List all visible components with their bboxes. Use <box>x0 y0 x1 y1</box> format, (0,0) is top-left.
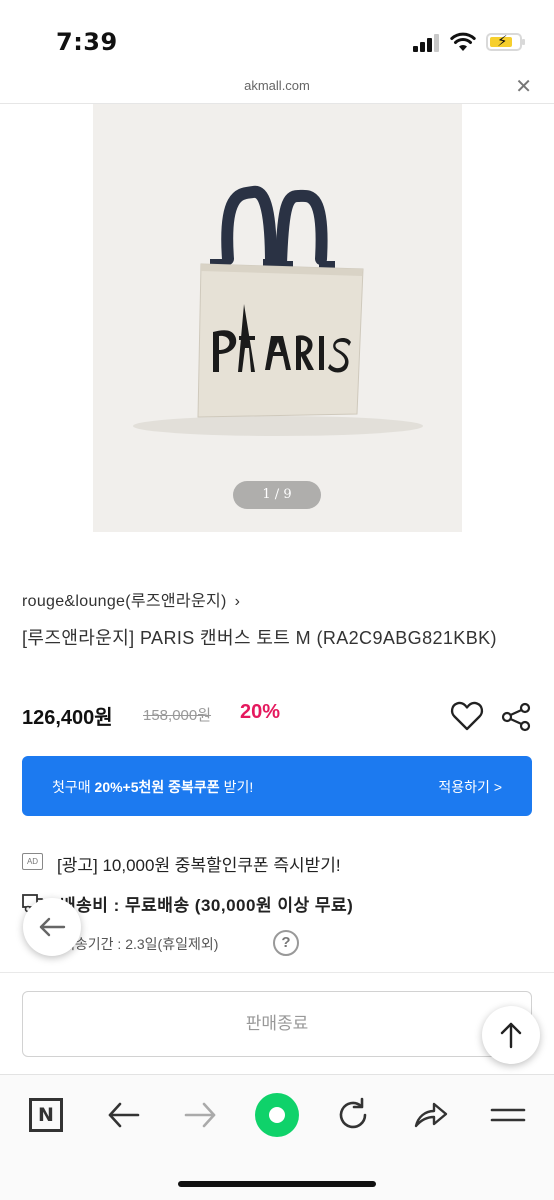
divider <box>0 972 554 973</box>
coupon-highlight: 20%+5천원 중복쿠폰 <box>94 779 220 795</box>
brand-link[interactable]: rouge&lounge(루즈앤라운지) › <box>22 587 240 611</box>
product-title: [루즈앤라운지] PARIS 캔버스 토트 M (RA2C9ABG821KBK) <box>22 628 497 648</box>
wifi-icon <box>450 32 476 51</box>
forward-button[interactable] <box>178 1095 222 1139</box>
arrow-right-icon <box>184 1102 216 1128</box>
home-indicator <box>178 1181 376 1187</box>
share-button[interactable] <box>410 1095 454 1139</box>
arrow-left-icon <box>108 1102 140 1128</box>
sold-out-button[interactable]: 판매종료 <box>22 991 532 1057</box>
share-arrow-icon <box>414 1102 448 1128</box>
status-time: 7:39 <box>56 28 118 56</box>
shipping-fee: 배송비 : 무료배송 (30,000원 이상 무료) <box>60 896 354 915</box>
ad-row[interactable]: AD [광고] 10,000원 중복할인쿠폰 즉시받기! <box>22 851 542 875</box>
browser-toolbar: N <box>0 1074 554 1200</box>
url-text[interactable]: akmall.com <box>0 78 554 93</box>
status-bar: 7:39 ⚡ <box>0 0 554 70</box>
refresh-button[interactable] <box>332 1095 376 1139</box>
share-icon[interactable] <box>500 702 532 732</box>
arrow-up-icon <box>500 1022 522 1049</box>
ad-text[interactable]: [광고] 10,000원 중복할인쿠폰 즉시받기! <box>57 851 341 876</box>
green-dot-button[interactable] <box>255 1093 299 1137</box>
shipping-row: 배송비 : 무료배송 (30,000원 이상 무료) <box>22 891 542 917</box>
image-counter: 1 / 9 <box>233 481 321 509</box>
back-float-button[interactable] <box>23 898 81 956</box>
brand-name[interactable]: rouge&lounge(루즈앤라운지) <box>22 593 227 610</box>
clipped-row <box>62 962 362 972</box>
menu-button[interactable] <box>488 1095 532 1139</box>
battery-icon: ⚡ <box>486 32 525 51</box>
menu-icon <box>490 1108 526 1122</box>
heart-icon[interactable] <box>450 700 484 732</box>
sale-price: 126,400원 <box>22 707 113 729</box>
chevron-right-icon: › <box>234 593 241 610</box>
close-icon[interactable]: ✕ <box>515 74 532 98</box>
url-bar[interactable]: akmall.com ✕ <box>0 70 554 104</box>
coupon-apply-button[interactable]: 적용하기 > <box>438 777 502 797</box>
coupon-text: 첫구매 20%+5천원 중복쿠폰 받기! <box>52 779 254 795</box>
scroll-top-button[interactable] <box>482 1006 540 1064</box>
refresh-icon <box>339 1097 367 1129</box>
original-price: 158,000원 <box>143 707 212 724</box>
help-icon[interactable]: ? <box>273 930 299 956</box>
dot-icon <box>269 1107 285 1123</box>
price-row: 126,400원 158,000원 20% <box>22 700 542 732</box>
ad-badge: AD <box>22 853 43 870</box>
signal-icon <box>413 34 441 52</box>
tote-bag-illustration <box>133 185 423 436</box>
discount-rate: 20% <box>240 701 281 723</box>
back-button[interactable] <box>102 1095 146 1139</box>
coupon-banner[interactable]: 첫구매 20%+5천원 중복쿠폰 받기! 적용하기 > <box>22 756 532 816</box>
delivery-period: 배송기간 : 2.3일(휴일제외) <box>62 936 219 952</box>
arrow-left-icon <box>39 917 66 937</box>
product-image[interactable]: 1 / 9 <box>93 104 462 532</box>
naver-home-button[interactable]: N <box>29 1098 63 1132</box>
